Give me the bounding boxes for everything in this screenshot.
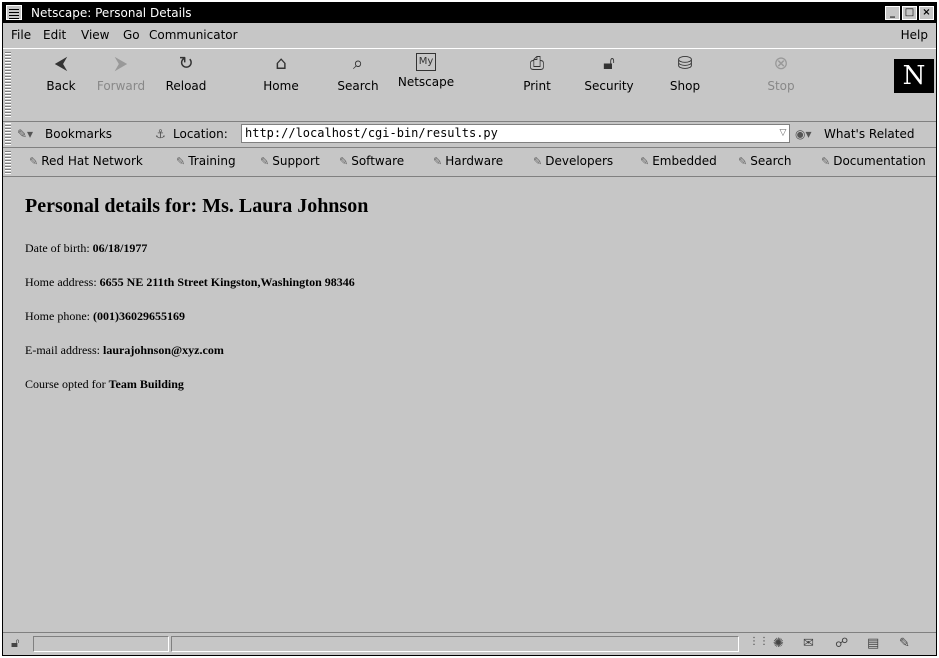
- course-line: Course opted for Team Building: [25, 377, 184, 391]
- link-search[interactable]: ✎ Search: [738, 154, 791, 168]
- back-icon: ⮜: [54, 53, 68, 74]
- dob-value: 06/18/1977: [92, 241, 148, 255]
- phone-line: Home phone: (001)36029655169: [25, 309, 185, 323]
- reload-button[interactable]: ↻ Reload: [156, 53, 216, 93]
- menu-file[interactable]: File: [11, 28, 31, 42]
- location-toolbar: ✎▾ Bookmarks ⚓ Location: http://localhos…: [3, 121, 936, 148]
- link-documentation[interactable]: ✎ Documentation: [821, 154, 926, 168]
- toolbar-grip[interactable]: [5, 51, 11, 117]
- bookmark-icon: ✎: [433, 155, 443, 168]
- link-developers[interactable]: ✎ Developers: [533, 154, 613, 168]
- address-line: Home address: 6655 NE 211th Street Kings…: [25, 275, 355, 289]
- link-training[interactable]: ✎ Training: [176, 154, 236, 168]
- menu-bar: File Edit View Go Communicator Help: [3, 24, 936, 46]
- composer-icon[interactable]: ✎: [899, 636, 910, 651]
- course-value: Team Building: [108, 377, 184, 391]
- page-content: Personal details for: Ms. Laura Johnson …: [15, 188, 936, 634]
- mail-icon[interactable]: ✉: [803, 636, 814, 651]
- security-button[interactable]: 🔓︎ Security: [579, 53, 639, 93]
- location-label: Location:: [173, 127, 228, 141]
- security-lock-icon[interactable]: 🔓︎: [11, 636, 19, 651]
- print-icon: ⎙: [529, 53, 545, 74]
- forward-icon: ⮞: [114, 53, 128, 74]
- netscape-button[interactable]: My Netscape: [396, 53, 456, 89]
- bookmark-icon: ✎: [533, 155, 543, 168]
- personal-toolbar: ✎ Red Hat Network ✎ Training ✎ Support ✎ Sof…: [3, 148, 936, 177]
- reload-icon: ↻: [178, 53, 194, 74]
- address-book-icon[interactable]: ▤: [867, 636, 879, 651]
- link-hardware[interactable]: ✎ Hardware: [433, 154, 503, 168]
- location-icon: ⚓: [155, 127, 166, 141]
- bookmark-icon: ✎: [640, 155, 650, 168]
- menu-go[interactable]: Go: [123, 28, 140, 42]
- home-button[interactable]: ⌂ Home: [251, 53, 311, 93]
- bookmark-icon: ✎: [738, 155, 748, 168]
- toolbar-grip[interactable]: [5, 123, 11, 145]
- bookmark-icon: ✎: [29, 155, 39, 168]
- home-icon: ⌂: [275, 53, 287, 74]
- search-icon: ⌕: [352, 53, 364, 74]
- navigation-toolbar: ⮜ Back ⮞ Forward ↻ Reload ⌂ Home ⌕ Search My N…: [3, 48, 936, 122]
- page-heading: Personal details for: Ms. Laura Johnson: [25, 195, 369, 217]
- address-value: 6655 NE 211th Street Kingston,Washington…: [99, 275, 355, 289]
- search-button[interactable]: ⌕ Search: [328, 53, 388, 93]
- forward-button[interactable]: ⮞ Forward: [91, 53, 151, 93]
- title-bar: Netscape: Personal Details _ □ ×: [3, 3, 936, 23]
- menu-help[interactable]: Help: [901, 28, 928, 42]
- whats-related-button[interactable]: What's Related: [824, 127, 914, 141]
- progress-area: [33, 636, 169, 652]
- link-software[interactable]: ✎ Software: [339, 154, 404, 168]
- my-netscape-icon: My: [416, 53, 436, 71]
- stop-icon: ⊗: [773, 53, 789, 74]
- bookmark-icon: ✎: [176, 155, 186, 168]
- netscape-logo[interactable]: N: [894, 59, 934, 93]
- stop-button[interactable]: ⊗ Stop: [751, 53, 811, 93]
- navigator-icon[interactable]: ✺: [773, 636, 784, 651]
- email-value: laurajohnson@xyz.com: [102, 343, 224, 357]
- bookmark-icon: ✎: [821, 155, 831, 168]
- print-button[interactable]: ⎙ Print: [507, 53, 567, 93]
- bookmarks-icon: ✎▾: [17, 127, 34, 141]
- link-red-hat-network[interactable]: ✎ Red Hat Network: [29, 154, 143, 168]
- phone-value: (001)36029655169: [93, 309, 185, 323]
- bookmarks-button[interactable]: Bookmarks: [45, 127, 112, 141]
- chevron-down-icon[interactable]: ▽: [777, 126, 789, 141]
- toolbar-grip[interactable]: [5, 150, 11, 174]
- status-text: [171, 636, 739, 652]
- back-button[interactable]: ⮜ Back: [31, 53, 91, 93]
- window-menu-icon[interactable]: [6, 5, 22, 20]
- maximize-icon[interactable]: □: [902, 6, 917, 20]
- menu-communicator[interactable]: Communicator: [149, 28, 238, 42]
- newsgroups-icon[interactable]: ☍: [835, 636, 848, 651]
- whats-related-icon: ◉▾: [795, 127, 812, 141]
- shop-button[interactable]: ⛁ Shop: [655, 53, 715, 93]
- dob-line: Date of birth: 06/18/1977: [25, 241, 148, 255]
- status-bar: 🔓︎ ⋮⋮ ✺ ✉ ☍ ▤ ✎: [3, 632, 936, 655]
- status-grip-icon: ⋮⋮: [749, 636, 769, 647]
- link-support[interactable]: ✎ Support: [260, 154, 320, 168]
- email-line: E-mail address: laurajohnson@xyz.com: [25, 343, 224, 357]
- menu-edit[interactable]: Edit: [43, 28, 66, 42]
- close-icon[interactable]: ×: [919, 6, 934, 20]
- menu-view[interactable]: View: [81, 28, 109, 42]
- shop-icon: ⛁: [677, 53, 693, 74]
- lock-icon: 🔓︎: [603, 53, 615, 74]
- bookmark-icon: ✎: [260, 155, 270, 168]
- url-input[interactable]: http://localhost/cgi-bin/results.py: [241, 124, 790, 143]
- bookmark-icon: ✎: [339, 155, 349, 168]
- minimize-icon[interactable]: _: [885, 6, 900, 20]
- window-title: Netscape: Personal Details: [31, 6, 192, 20]
- link-embedded[interactable]: ✎ Embedded: [640, 154, 717, 168]
- browser-window: Netscape: Personal Details _ □ × File Ed…: [2, 2, 937, 656]
